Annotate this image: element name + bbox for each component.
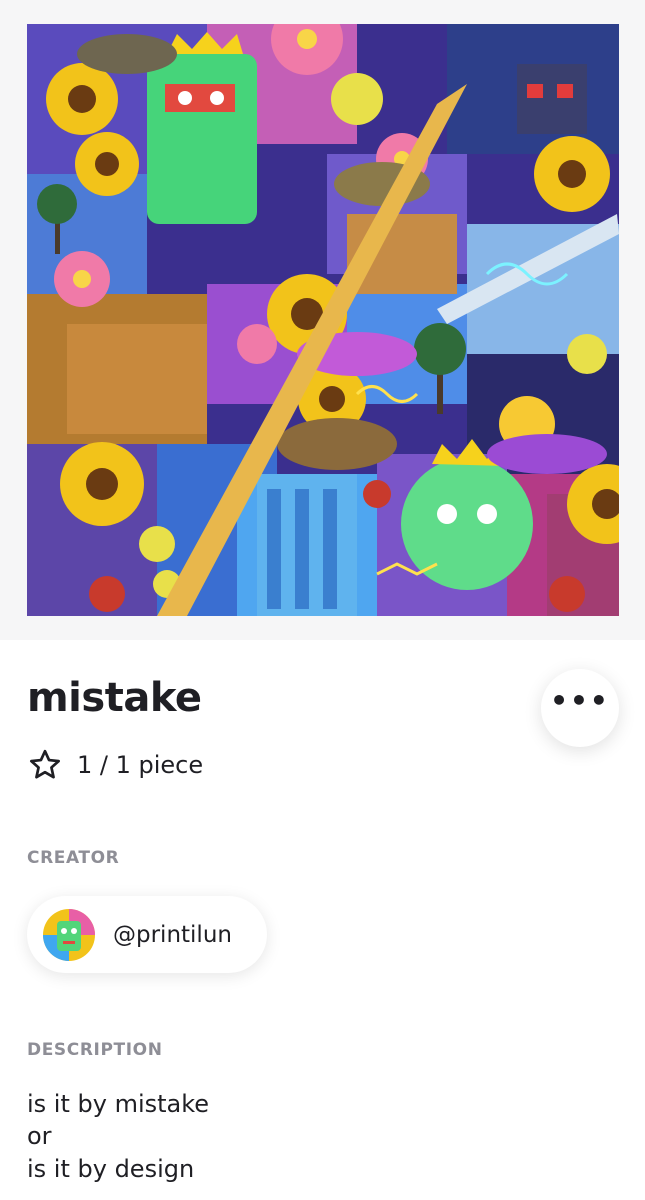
more-options-button[interactable]: ••• <box>541 669 619 747</box>
description-line: is it by design <box>27 1155 195 1183</box>
more-icon: ••• <box>550 684 610 717</box>
creator-section-label: CREATOR <box>27 848 120 868</box>
edition-count: 1 / 1 piece <box>77 751 204 779</box>
artwork-image[interactable] <box>27 24 619 616</box>
collage-artwork <box>27 24 619 616</box>
description-line: is it by mistake <box>27 1090 210 1118</box>
artwork-title: mistake <box>27 675 202 721</box>
creator-handle: @printilun <box>113 921 232 948</box>
star-icon[interactable] <box>27 747 63 783</box>
creator-avatar <box>43 908 95 961</box>
artwork-container <box>0 0 645 640</box>
avatar-image <box>43 908 95 961</box>
description-line: or <box>27 1122 52 1150</box>
creator-chip[interactable]: @printilun <box>27 896 267 973</box>
description-section-label: DESCRIPTION <box>27 1040 163 1060</box>
edition-info: 1 / 1 piece <box>27 746 203 784</box>
